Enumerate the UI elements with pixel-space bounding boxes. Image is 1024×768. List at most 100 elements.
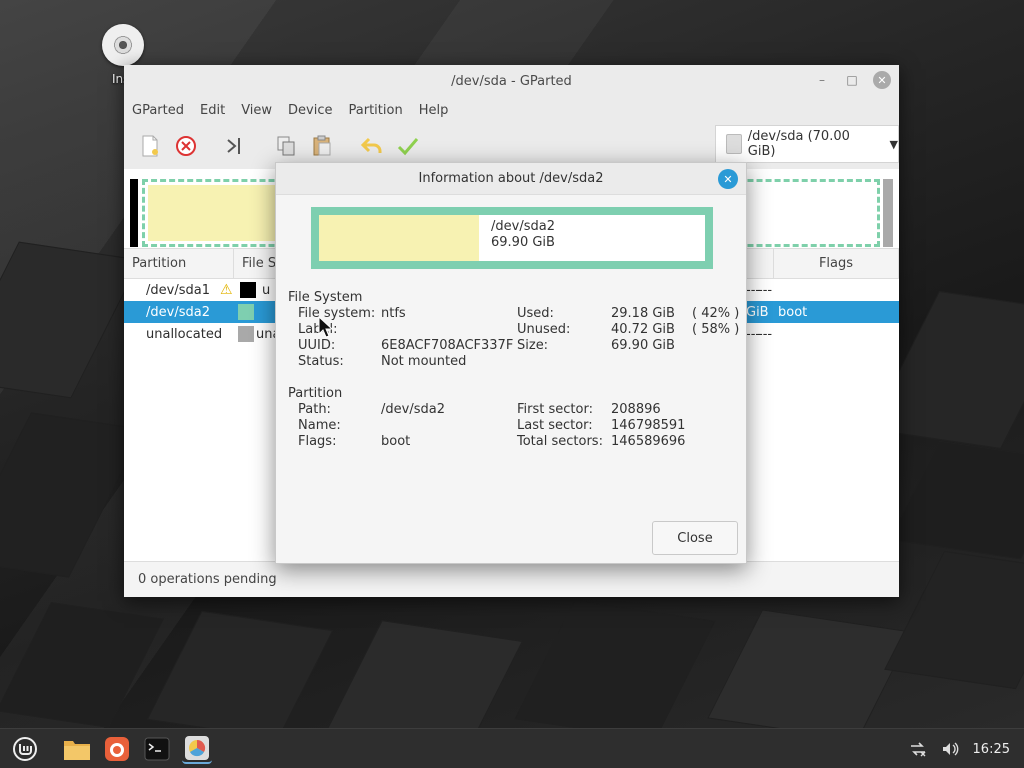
partition-name: /dev/sda1 (146, 282, 210, 298)
dialog-title: Information about /dev/sda2 (418, 171, 604, 186)
menu-edit[interactable]: Edit (200, 103, 225, 118)
taskbar-firefox[interactable] (102, 734, 132, 764)
bg-tile (327, 620, 523, 728)
column-header-flags[interactable]: Flags (774, 249, 899, 278)
dialog-titlebar[interactable]: Information about /dev/sda2 ✕ (276, 163, 746, 195)
close-icon[interactable]: ✕ (718, 169, 738, 189)
filesystem-heading: File System (288, 290, 363, 305)
folder-icon (64, 740, 90, 760)
chevron-down-icon: ▼ (889, 137, 898, 151)
paste-button[interactable] (308, 132, 336, 160)
close-icon[interactable]: ✕ (873, 71, 891, 89)
bg-tile (707, 609, 913, 728)
device-selector-label: /dev/sda (70.00 GiB) (747, 129, 850, 159)
new-partition-button[interactable] (136, 132, 164, 160)
menu-gparted[interactable]: GParted (132, 103, 184, 118)
menubar: GParted Edit View Device Partition Help (124, 97, 899, 123)
filesystem-cell: u (262, 282, 271, 298)
menu-button[interactable] (10, 734, 40, 764)
label-uuid: UUID: (298, 338, 336, 353)
disk-segment-sda1[interactable] (130, 179, 138, 247)
copy-icon (277, 136, 295, 156)
value-uuid: 6E8ACF708ACF337F (381, 338, 514, 353)
partition-name: /dev/sda2 (146, 304, 210, 320)
graphic-partition-name: /dev/sda2 (491, 219, 555, 234)
taskbar-terminal[interactable] (142, 734, 172, 764)
value-status: Not mounted (381, 354, 467, 369)
delete-icon (176, 136, 196, 156)
hard-disk-icon (726, 134, 742, 154)
taskbar-gparted[interactable] (182, 734, 212, 764)
value-last-sector: 146798591 (611, 418, 686, 433)
graphic-partition-size: 69.90 GiB (491, 235, 555, 250)
resize-move-button[interactable] (222, 132, 250, 160)
label-flags: Flags: (298, 434, 337, 449)
warning-icon: ⚠ (220, 282, 233, 298)
flags-cell: boot (778, 304, 808, 320)
label-status: Status: (298, 354, 344, 369)
menu-view[interactable]: View (241, 103, 272, 118)
partition-heading: Partition (288, 386, 343, 401)
fs-color-swatch (240, 282, 256, 298)
value-path: /dev/sda2 (381, 402, 445, 417)
apply-button[interactable] (394, 132, 422, 160)
partition-graphic: /dev/sda2 69.90 GiB (311, 207, 713, 269)
value-flags: boot (381, 434, 411, 449)
resize-move-icon (227, 138, 240, 154)
bg-tile (0, 412, 144, 578)
flags-cell-dash: --- (758, 326, 773, 342)
menu-device[interactable]: Device (288, 103, 332, 118)
close-button[interactable]: Close (652, 521, 738, 555)
bg-tile (514, 600, 716, 728)
disk-segment-unallocated[interactable] (883, 179, 893, 247)
operations-pending: 0 operations pending (138, 572, 277, 587)
bg-tile (146, 610, 334, 728)
flags-cell-dash: --- (758, 282, 773, 298)
gparted-icon (185, 735, 209, 760)
label-unused: Unused: (517, 322, 571, 337)
value-file-system: ntfs (381, 306, 406, 321)
paste-icon (313, 135, 331, 156)
value-unused-percent: ( 58% ) (692, 322, 740, 337)
firefox-icon (105, 736, 129, 761)
volume-icon[interactable] (941, 740, 959, 758)
device-selector[interactable]: /dev/sda (70.00 GiB) ▼ (715, 125, 899, 163)
label-used: Used: (517, 306, 554, 321)
bg-tile (884, 550, 1024, 690)
used-space-fill (319, 215, 479, 261)
bg-tile (0, 241, 142, 399)
row-tail: GiB (746, 301, 769, 323)
undo-button[interactable] (358, 132, 386, 160)
maximize-icon[interactable]: □ (843, 71, 861, 89)
taskbar-files[interactable] (62, 734, 92, 764)
window-title: /dev/sda - GParted (451, 73, 572, 89)
mouse-pointer-icon (318, 316, 334, 338)
label-path: Path: (298, 402, 331, 417)
status-bar: 0 operations pending (124, 561, 899, 597)
value-first-sector: 208896 (611, 402, 661, 417)
clock[interactable]: 16:25 (973, 742, 1010, 757)
terminal-icon (144, 737, 170, 760)
bg-tile (889, 440, 1024, 560)
bg-tile (0, 602, 164, 728)
checkmark-icon (397, 138, 419, 156)
row-flags: boot (778, 301, 807, 323)
mint-logo-icon (13, 736, 37, 761)
window-controls: – □ ✕ (813, 71, 891, 89)
window-titlebar[interactable]: /dev/sda - GParted – □ ✕ (124, 65, 899, 97)
column-header-partition[interactable]: Partition (124, 249, 234, 278)
value-unused: 40.72 GiB (611, 322, 675, 337)
label-size: Size: (517, 338, 549, 353)
partition-info-dialog: Information about /dev/sda2 ✕ /dev/sda2 … (275, 162, 747, 564)
partition-graphic-labels: /dev/sda2 69.90 GiB (479, 215, 555, 261)
label-file-system: File system: (298, 306, 376, 321)
minimize-icon[interactable]: – (813, 71, 831, 89)
size-cell: GiB (746, 304, 769, 320)
menu-partition[interactable]: Partition (349, 103, 403, 118)
copy-button[interactable] (272, 132, 300, 160)
new-document-icon (142, 135, 158, 157)
value-total-sectors: 146589696 (611, 434, 686, 449)
network-disconnected-icon[interactable] (909, 740, 927, 758)
delete-partition-button[interactable] (172, 132, 200, 160)
menu-help[interactable]: Help (419, 103, 449, 118)
